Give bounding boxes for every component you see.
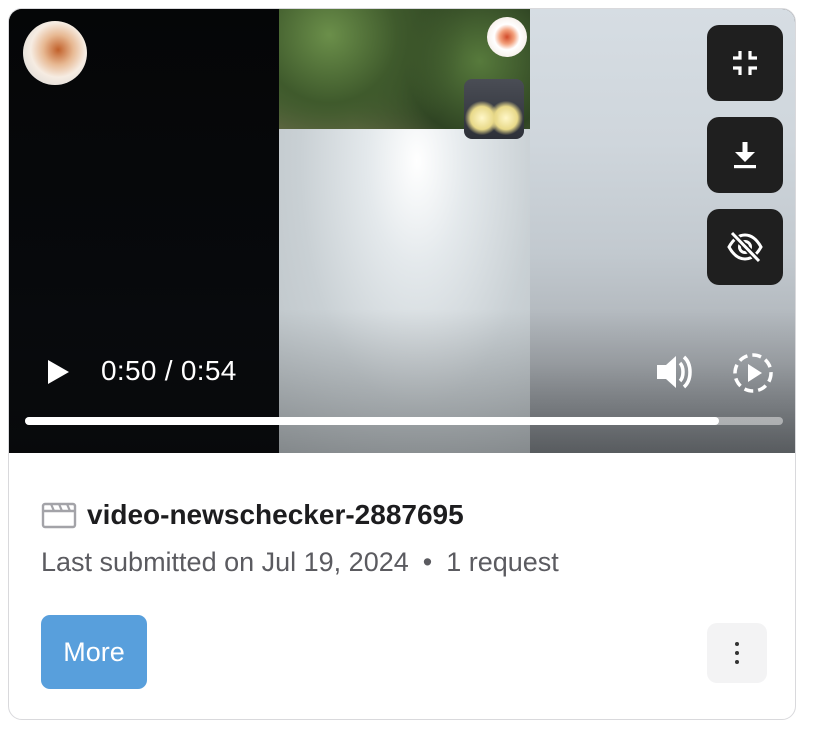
item-meta: Last submitted on Jul 19, 2024 • 1 request [41,547,559,578]
item-title: video-newschecker-2887695 [87,499,464,530]
download-button[interactable] [707,117,783,193]
video-player[interactable]: 0:50 / 0:54 [9,9,795,453]
separator-dot: • [422,547,433,577]
exit-fullscreen-icon [733,51,757,75]
progress-fill [25,417,719,425]
playback-speed-icon[interactable] [731,351,775,395]
hide-button[interactable] [707,209,783,285]
more-button[interactable]: More [41,615,147,689]
watermark-logo [23,21,87,85]
submitted-date: Last submitted on Jul 19, 2024 [41,547,409,577]
title-row: video-newschecker-2887695 [41,499,464,531]
exit-fullscreen-button[interactable] [707,25,783,101]
watermark-logo [487,17,527,57]
eye-off-icon [727,231,763,263]
download-icon [734,142,756,169]
play-icon[interactable] [45,359,71,385]
video-card: 0:50 / 0:54 video-newschecker-2887695 La… [8,8,796,720]
item-info: video-newschecker-2887695 Last submitted… [9,453,795,719]
request-count: 1 request [446,547,559,577]
volume-icon[interactable] [655,352,697,392]
truck [464,79,524,139]
options-button[interactable] [707,623,767,683]
more-vertical-icon [735,642,739,664]
time-display: 0:50 / 0:54 [101,355,237,386]
progress-bar[interactable] [25,417,783,425]
clapperboard-icon [41,502,77,529]
